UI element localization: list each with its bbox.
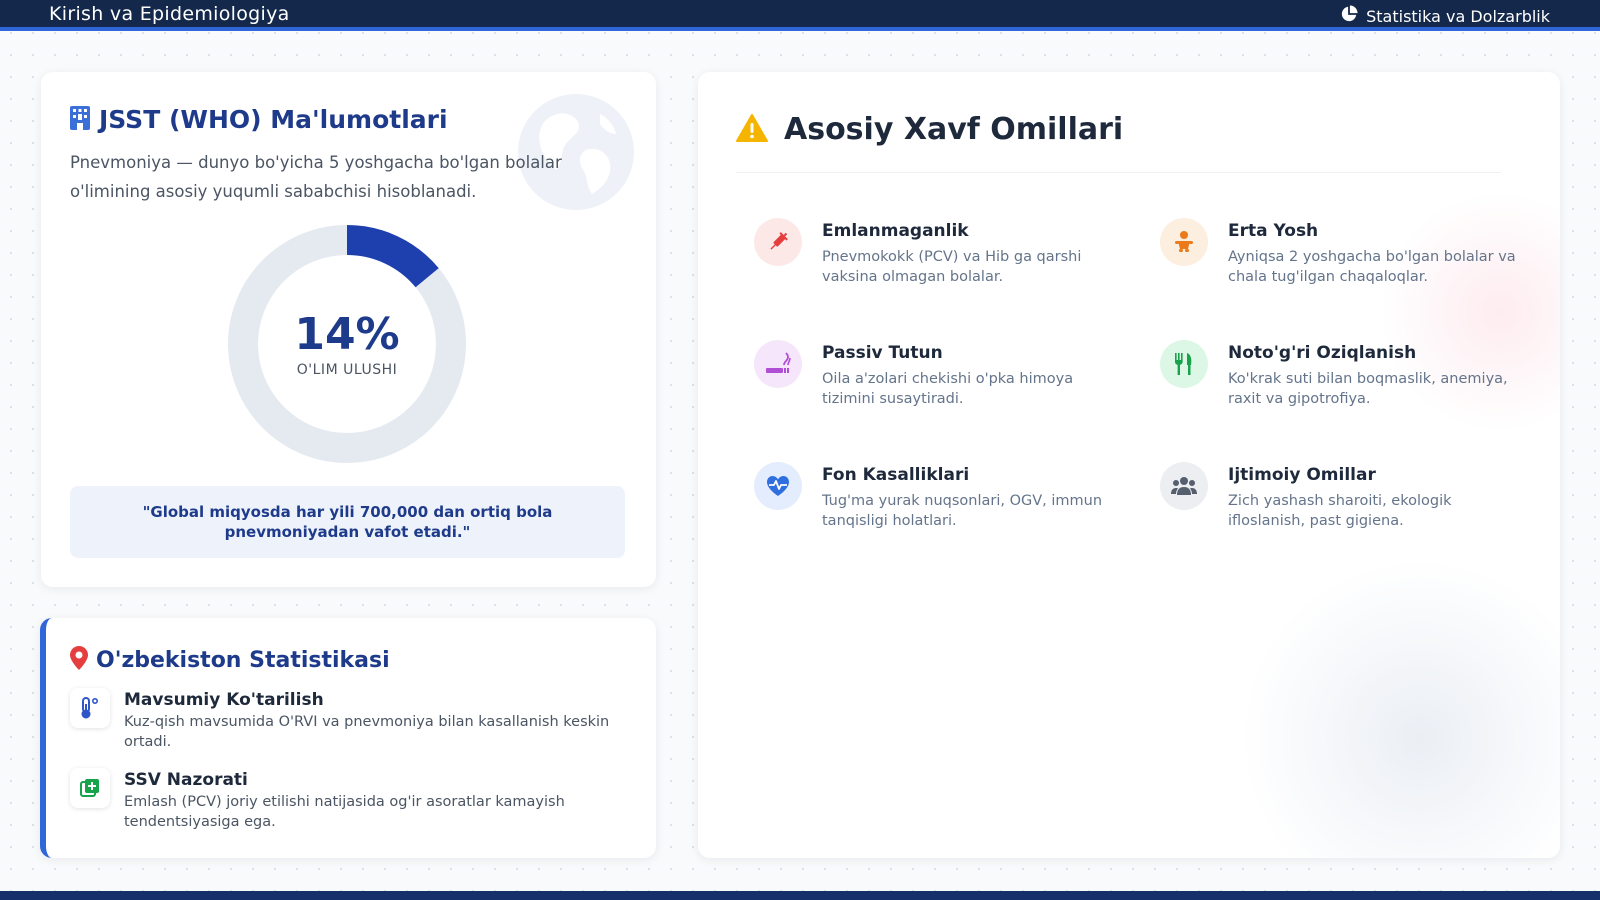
risk-item-title: Passiv Tutun — [822, 343, 943, 363]
risk-item-title: Fon Kasalliklari — [822, 465, 970, 485]
risk-item-title: Erta Yosh — [1228, 221, 1319, 241]
stat-title: SSV Nazorati — [124, 770, 248, 790]
syringe-icon — [754, 218, 802, 266]
top-bar: Kirish va Epidemiologiya Statistika va D… — [0, 0, 1600, 27]
risk-item-description: Oila a'zolari chekishi o'pka himoya tizi… — [822, 371, 1074, 407]
who-title: JSST (WHO) Ma'lumotlari — [99, 105, 448, 134]
donut-value: 14% — [294, 309, 400, 360]
risk-title: Asosiy Xavf Omillari — [784, 112, 1124, 147]
risk-item-social: Ijtimoiy Omillar Zich yashash sharoiti, … — [1160, 462, 1520, 531]
risk-item-unvaccinated: Emlanmaganlik Pnevmokokk (PCV) va Hib ga… — [754, 218, 1114, 287]
who-card: JSST (WHO) Ma'lumotlari Pnevmoniya — dun… — [41, 72, 656, 587]
uzbekistan-header: O'zbekiston Statistikasi — [70, 646, 390, 674]
stat-title: Mavsumiy Ko'tarilish — [124, 690, 324, 710]
risk-item-description: Pnevmokokk (PCV) va Hib ga qarshi vaksin… — [822, 249, 1082, 285]
map-pin-icon — [70, 646, 88, 674]
uzbekistan-card: O'zbekiston Statistikasi Mavsumiy Ko'tar… — [40, 618, 656, 858]
who-description: Pnevmoniya — dunyo bo'yicha 5 yoshgacha … — [70, 153, 562, 201]
warning-icon — [736, 113, 768, 146]
risk-divider — [736, 172, 1501, 173]
risk-item-malnutrition: Noto'g'ri Oziqlanish Ko'krak suti bilan … — [1160, 340, 1520, 409]
donut-label: O'LIM ULUSHI — [296, 362, 398, 378]
risk-factors-card: Asosiy Xavf Omillari Emlanmaganlik Pnevm… — [698, 72, 1560, 858]
risk-item-early-age: Erta Yosh Ayniqsa 2 yoshgacha bo'lgan bo… — [1160, 218, 1520, 287]
who-header: JSST (WHO) Ma'lumotlari — [70, 105, 448, 134]
thermometer-icon — [70, 688, 110, 728]
stat-item-ssv: SSV Nazorati Emlash (PCV) joriy etilishi… — [70, 768, 630, 832]
risk-item-title: Emlanmaganlik — [822, 221, 969, 241]
baby-icon — [1160, 218, 1208, 266]
subtitle-label: Statistika va Dolzarblik — [1366, 6, 1550, 26]
utensils-icon — [1160, 340, 1208, 388]
who-quote: "Global miqyosda har yili 700,000 dan or… — [70, 486, 625, 558]
top-bar-accent-line — [0, 27, 1600, 31]
risk-item-description: Zich yashash sharoiti, ekologik ifloslan… — [1228, 493, 1452, 529]
risk-item-comorbidities: Fon Kasalliklari Tug'ma yurak nuqsonlari… — [754, 462, 1114, 531]
risk-item-description: Tug'ma yurak nuqsonlari, OGV, immun tanq… — [822, 493, 1103, 529]
stat-item-seasonal: Mavsumiy Ko'tarilish Kuz-qish mavsumida … — [70, 688, 630, 752]
risk-item-description: Ko'krak suti bilan boqmaslik, anemiya, r… — [1228, 371, 1508, 407]
stat-description: Emlash (PCV) joriy etilishi natijasida o… — [124, 794, 565, 830]
uzbekistan-title: O'zbekiston Statistikasi — [96, 647, 390, 673]
medical-plus-icon — [70, 768, 110, 808]
donut-center: 14% O'LIM ULUSHI — [227, 224, 467, 464]
bottom-bar — [0, 891, 1600, 900]
section-subtitle: Statistika va Dolzarblik — [1340, 5, 1550, 27]
risk-item-title: Ijtimoiy Omillar — [1228, 465, 1376, 485]
pie-chart-icon — [1340, 5, 1358, 27]
risk-item-title: Noto'g'ri Oziqlanish — [1228, 343, 1417, 363]
risk-item-passive-smoke: Passiv Tutun Oila a'zolari chekishi o'pk… — [754, 340, 1114, 409]
stat-description: Kuz-qish mavsumida O'RVI va pnevmoniya b… — [124, 714, 610, 750]
risk-item-description: Ayniqsa 2 yoshgacha bo'lgan bolalar va c… — [1228, 249, 1516, 285]
hospital-icon — [70, 105, 90, 134]
section-title: Kirish va Epidemiologiya — [49, 3, 290, 25]
heart-pulse-icon — [754, 462, 802, 510]
risk-header: Asosiy Xavf Omillari — [736, 112, 1123, 147]
smoking-icon — [754, 340, 802, 388]
users-icon — [1160, 462, 1208, 510]
